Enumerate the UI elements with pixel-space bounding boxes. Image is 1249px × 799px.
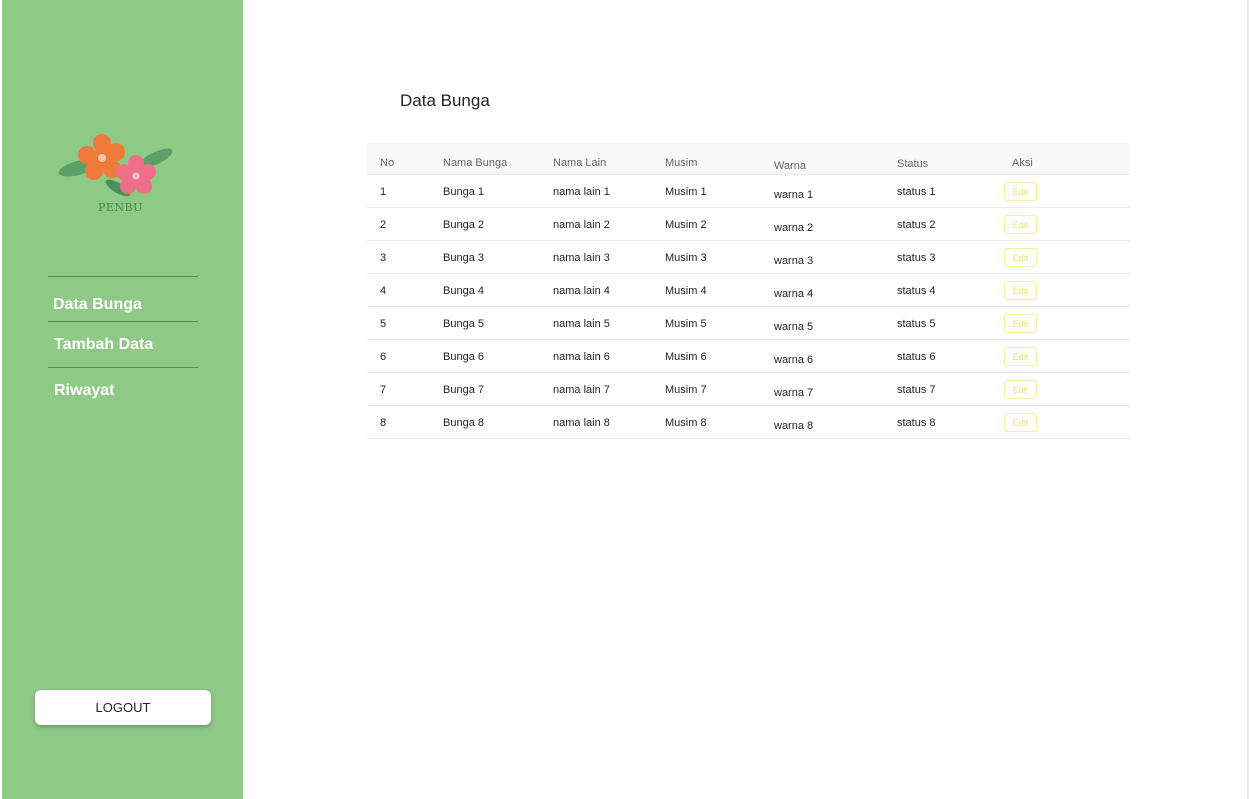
cell-nama-lain: nama lain 7 [553, 384, 610, 396]
table-body: 1 Bunga 1 nama lain 1 Musim 1 warna 1 st… [367, 175, 1130, 439]
header-aksi: Aksi [1012, 157, 1033, 169]
cell-nama-bunga: Bunga 2 [443, 219, 484, 231]
cell-status: status 4 [897, 285, 936, 297]
cell-warna: warna 7 [774, 387, 814, 399]
cell-nama-bunga: Bunga 6 [443, 351, 484, 363]
cell-musim: Musim 4 [665, 285, 707, 297]
cell-musim: Musim 6 [665, 351, 707, 363]
table-row: 2 Bunga 2 nama lain 2 Musim 2 warna 2 st… [367, 208, 1130, 241]
edit-button[interactable]: Edit [1004, 281, 1037, 300]
page-title: Data Bunga [400, 91, 490, 110]
nav-item-tambah-data[interactable]: Tambah Data [54, 336, 153, 354]
cell-no: 6 [380, 351, 387, 363]
cell-nama-bunga: Bunga 5 [443, 318, 484, 330]
header-nama-lain: Nama Lain [553, 157, 607, 169]
cell-nama-lain: nama lain 6 [553, 351, 610, 363]
cell-status: status 5 [897, 318, 936, 330]
table-header: No Nama Bunga Nama Lain Musim Warna Stat… [367, 143, 1130, 175]
cell-no: 1 [380, 186, 387, 198]
table-row: 4 Bunga 4 nama lain 4 Musim 4 warna 4 st… [367, 274, 1130, 307]
edit-button[interactable]: Edit [1004, 248, 1037, 267]
cell-nama-bunga: Bunga 3 [443, 252, 484, 264]
cell-no: 4 [380, 285, 387, 297]
nav-divider [48, 276, 198, 277]
header-nama-bunga: Nama Bunga [443, 157, 508, 169]
cell-nama-lain: nama lain 3 [553, 252, 610, 264]
header-musim: Musim [665, 157, 698, 169]
cell-warna: warna 4 [774, 288, 814, 300]
cell-status: status 1 [897, 186, 936, 198]
header-no: No [380, 157, 395, 169]
cell-musim: Musim 8 [665, 417, 707, 429]
edit-button[interactable]: Edit [1004, 380, 1037, 399]
edit-button[interactable]: Edit [1004, 413, 1037, 432]
table-row: 8 Bunga 8 nama lain 8 Musim 8 warna 8 st… [367, 406, 1130, 439]
cell-nama-lain: nama lain 8 [553, 417, 610, 429]
edit-button[interactable]: Edit [1004, 215, 1037, 234]
cell-musim: Musim 1 [665, 186, 707, 198]
nav-divider [48, 321, 198, 322]
cell-no: 2 [380, 219, 387, 231]
cell-status: status 6 [897, 351, 936, 363]
cell-nama-bunga: Bunga 8 [443, 417, 484, 429]
cell-warna: warna 5 [774, 321, 814, 333]
cell-nama-bunga: Bunga 1 [443, 186, 484, 198]
edit-button[interactable]: Edit [1004, 182, 1037, 201]
cell-status: status 8 [897, 417, 936, 429]
cell-musim: Musim 3 [665, 252, 707, 264]
cell-status: status 2 [897, 219, 936, 231]
cell-musim: Musim 5 [665, 318, 707, 330]
cell-nama-lain: nama lain 5 [553, 318, 610, 330]
cell-warna: warna 6 [774, 354, 814, 366]
cell-warna: warna 8 [774, 420, 814, 432]
edit-button[interactable]: Edit [1004, 347, 1037, 366]
nav-divider [48, 367, 198, 368]
table-row: 3 Bunga 3 nama lain 3 Musim 3 warna 3 st… [367, 241, 1130, 274]
table-row: 1 Bunga 1 nama lain 1 Musim 1 warna 1 st… [367, 175, 1130, 208]
header-status: Status [897, 158, 929, 170]
cell-warna: warna 2 [774, 222, 814, 234]
cell-nama-lain: nama lain 1 [553, 186, 610, 198]
cell-no: 7 [380, 384, 387, 396]
cell-musim: Musim 2 [665, 219, 707, 231]
cell-nama-bunga: Bunga 4 [443, 285, 484, 297]
nav-item-data-bunga[interactable]: Data Bunga [53, 296, 142, 314]
table-row: 5 Bunga 5 nama lain 5 Musim 5 warna 5 st… [367, 307, 1130, 340]
data-table: No Nama Bunga Nama Lain Musim Warna Stat… [367, 143, 1130, 439]
nav-item-riwayat[interactable]: Riwayat [54, 382, 114, 400]
cell-warna: warna 1 [774, 189, 814, 201]
cell-warna: warna 3 [774, 255, 814, 267]
cell-no: 3 [380, 252, 387, 264]
table-row: 6 Bunga 6 nama lain 6 Musim 6 warna 6 st… [367, 340, 1130, 373]
cell-status: status 3 [897, 252, 936, 264]
table-row: 7 Bunga 7 nama lain 7 Musim 7 warna 7 st… [367, 373, 1130, 406]
cell-nama-lain: nama lain 4 [553, 285, 610, 297]
cell-musim: Musim 7 [665, 384, 707, 396]
cell-nama-bunga: Bunga 7 [443, 384, 484, 396]
logout-button[interactable]: LOGOUT [35, 690, 211, 725]
cell-status: status 7 [897, 384, 936, 396]
cell-no: 8 [380, 417, 387, 429]
logo-text: PENBU [98, 201, 143, 214]
sidebar: PENBU Data Bunga Tambah Data Riwayat [2, 0, 243, 799]
cell-no: 5 [380, 318, 387, 330]
cell-nama-lain: nama lain 2 [553, 219, 610, 231]
edit-button[interactable]: Edit [1004, 314, 1037, 333]
header-warna: Warna [774, 160, 806, 172]
